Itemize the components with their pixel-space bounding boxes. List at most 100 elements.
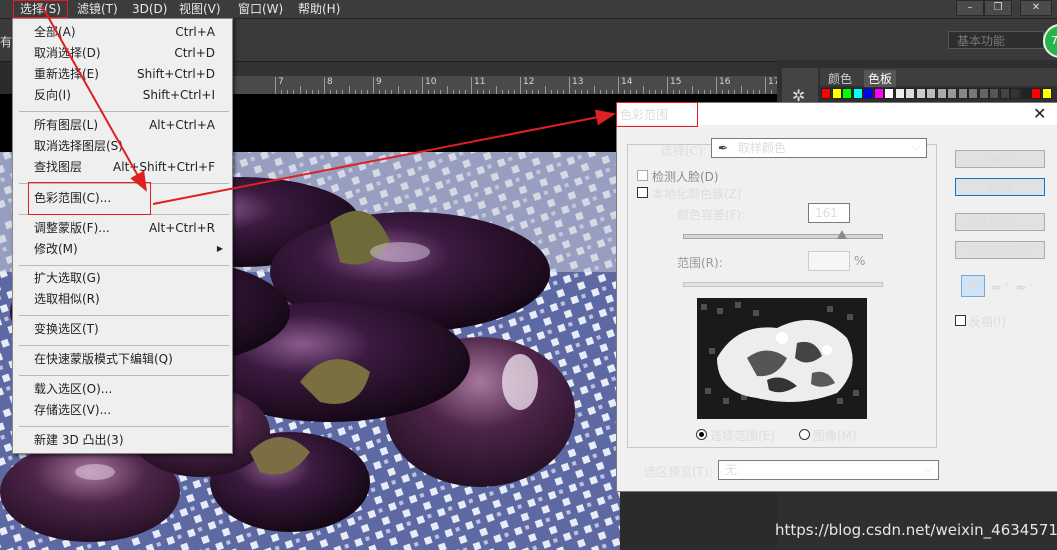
eyedropper-subtract-icon[interactable]: ✒− [1013, 275, 1037, 297]
fuzziness-input[interactable]: 161 [808, 203, 850, 223]
tab-swatches[interactable]: 色板 [864, 70, 897, 87]
localized-checkbox[interactable] [637, 187, 648, 198]
color-swatch[interactable] [978, 88, 989, 99]
menu-separator [19, 426, 229, 427]
menu-separator [19, 375, 229, 376]
color-swatch[interactable] [863, 88, 873, 99]
menu-item-label: 取消选择(D) [34, 46, 101, 60]
menu-item[interactable]: 在快速蒙版模式下编辑(Q) [13, 349, 232, 369]
menu-item[interactable]: 载入选区(O)... [13, 379, 232, 399]
color-swatch[interactable] [1041, 88, 1052, 99]
range-unit: % [854, 254, 866, 268]
color-swatch[interactable] [884, 88, 894, 99]
color-swatch[interactable] [936, 88, 947, 99]
fuzziness-slider-thumb[interactable] [837, 230, 847, 239]
range-slider[interactable] [683, 282, 883, 287]
select-dropdown[interactable]: ✒ 取样颜色 ⌵ [711, 138, 927, 158]
menu-item-shortcut: Alt+Ctrl+R [148, 221, 215, 235]
menu-item[interactable]: 所有图层(L) Alt+Ctrl+A [13, 115, 232, 135]
color-swatch[interactable] [1010, 88, 1020, 99]
radio-image[interactable] [799, 429, 810, 440]
detect-faces-checkbox[interactable] [637, 170, 648, 181]
save-button[interactable]: 存储(S)... [955, 241, 1045, 259]
color-swatch[interactable] [905, 88, 915, 99]
ruler-number: 12 [523, 77, 535, 87]
chevron-down-icon: ⌵ [912, 142, 920, 153]
color-swatch[interactable] [894, 88, 905, 99]
ruler-tick [569, 77, 570, 94]
menu-item[interactable]: 取消选择图层(S) [13, 136, 232, 156]
radio-selection[interactable] [696, 429, 707, 440]
select-menu: 全部(A) Ctrl+A 取消选择(D) Ctrl+D 重新选择(E) Shift+Ctr… [12, 18, 233, 454]
color-swatch[interactable] [852, 88, 863, 99]
color-swatch[interactable] [947, 88, 957, 99]
menu-item-shortcut: Alt+Shift+Ctrl+F [113, 160, 215, 174]
color-swatch[interactable] [968, 88, 978, 99]
eyedropper-icon[interactable]: ✒ [961, 275, 985, 297]
load-button[interactable]: 载入(L)... [955, 213, 1045, 231]
menu-item[interactable]: 修改(M) ▶ [13, 239, 232, 259]
tab-color[interactable]: 颜色 [828, 70, 852, 87]
eyedropper-add-icon[interactable]: ✒+ [988, 275, 1012, 297]
ruler-tick [520, 77, 521, 94]
color-swatch[interactable] [915, 88, 926, 99]
restore-button[interactable]: ❐ [984, 0, 1012, 16]
close-app-button[interactable]: ✕ [1020, 0, 1052, 16]
menu-item-label: 重新选择(E) [34, 67, 99, 81]
ruler-number: 11 [474, 77, 486, 87]
color-swatch[interactable] [1020, 88, 1031, 99]
color-swatch[interactable] [831, 88, 842, 99]
color-swatch[interactable] [926, 88, 936, 99]
preview-dropdown[interactable]: 无 ⌵ [718, 460, 939, 480]
menu-item[interactable]: 反向(I) Shift+Ctrl+I [13, 85, 232, 105]
radio-selection-dot [699, 432, 704, 437]
menu-item[interactable]: 存储选区(V)... [13, 400, 232, 420]
menu-item[interactable]: 新建 3D 凸出(3) [13, 430, 232, 450]
ok-button[interactable]: 确定 [955, 150, 1045, 168]
menu-view[interactable]: 视图(V) [179, 1, 221, 17]
menu-window[interactable]: 窗口(W) [238, 1, 283, 17]
ruler-tick [422, 77, 423, 94]
menu-item-label: 存储选区(V)... [34, 403, 112, 417]
menu-3d[interactable]: 3D(D) [132, 1, 167, 17]
workspace-selector[interactable]: 基本功能 [948, 31, 1044, 49]
menu-filter[interactable]: 滤镜(T) [77, 1, 118, 17]
menu-item[interactable]: 调整蒙版(F)... Alt+Ctrl+R [13, 218, 232, 238]
menu-item[interactable]: 全部(A) Ctrl+A [13, 22, 232, 42]
color-swatch[interactable] [1031, 88, 1041, 99]
annotation-box-color-range [28, 182, 151, 215]
invert-checkbox[interactable] [955, 315, 966, 326]
menu-item[interactable]: 查找图层 Alt+Shift+Ctrl+F [13, 157, 232, 177]
menu-separator [19, 265, 229, 266]
fuzziness-slider[interactable] [683, 234, 883, 239]
color-swatch[interactable] [999, 88, 1010, 99]
select-dropdown-value: 取样颜色 [737, 141, 786, 155]
color-swatch[interactable] [842, 88, 852, 99]
ruler-tick [471, 77, 472, 94]
color-swatch[interactable] [873, 88, 884, 99]
preview-dropdown-value: 无 [725, 463, 738, 477]
menu-separator [19, 111, 229, 112]
color-swatch[interactable] [989, 88, 999, 99]
range-input[interactable] [808, 251, 850, 271]
menu-item-label: 载入选区(O)... [34, 382, 113, 396]
color-swatch[interactable] [957, 88, 968, 99]
close-icon[interactable]: ✕ [1033, 104, 1046, 123]
menu-item[interactable]: 变换选区(T) [13, 319, 232, 339]
ruler-minor-tick [397, 86, 399, 94]
menu-item[interactable]: 重新选择(E) Shift+Ctrl+D [13, 64, 232, 84]
cancel-button[interactable]: 取消 [955, 178, 1045, 196]
ruler-minor-tick [446, 86, 448, 94]
ruler-tick [275, 77, 276, 94]
select-label: 选择(C): [661, 144, 707, 158]
minimize-button[interactable]: – [956, 0, 984, 16]
detect-faces-label: 检测人脸(D) [652, 170, 719, 184]
menu-item[interactable]: 取消选择(D) Ctrl+D [13, 43, 232, 63]
menu-item[interactable]: 选取相似(R) [13, 289, 232, 309]
ruler-tick [373, 77, 374, 94]
color-swatch[interactable] [821, 88, 831, 99]
menu-item-shortcut: Shift+Ctrl+D [137, 67, 215, 81]
menu-item[interactable]: 扩大选取(G) [13, 268, 232, 288]
menu-help[interactable]: 帮助(H) [298, 1, 340, 17]
radio-image-label: 图像(M) [813, 429, 857, 443]
